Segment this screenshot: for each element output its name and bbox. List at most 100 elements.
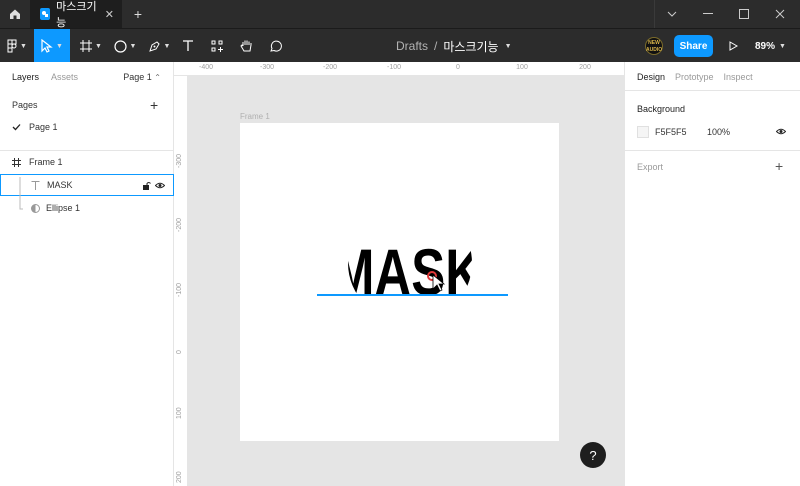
mask-text: MASK [332, 235, 482, 309]
chevron-up-icon: ⌃ [154, 73, 161, 82]
chevron-down-icon[interactable] [654, 0, 690, 28]
file-tab[interactable]: 마스크기능 ✕ [30, 0, 122, 29]
masked-text[interactable]: MASK [240, 123, 559, 441]
main-menu-button[interactable]: ▼ [0, 29, 34, 63]
components-icon [211, 40, 223, 52]
ruler-tick: -100 [386, 64, 402, 71]
play-icon [729, 41, 738, 51]
divider [625, 90, 800, 91]
home-icon [10, 9, 20, 19]
breadcrumb-separator: / [434, 39, 438, 53]
properties-panel: Design Prototype Inspect Background F5F5… [624, 62, 800, 486]
frame-tool[interactable]: ▼ [76, 29, 106, 63]
frame-label[interactable]: Frame 1 [240, 112, 270, 121]
ruler-tick: -200 [176, 217, 183, 232]
pages-heading: Pages [12, 100, 38, 110]
comment-icon [269, 40, 282, 52]
chevron-down-icon: ▼ [56, 42, 63, 50]
layer-label: Frame 1 [29, 157, 63, 167]
close-window-icon[interactable] [762, 0, 798, 28]
tab-prototype[interactable]: Prototype [675, 72, 714, 82]
zoom-menu[interactable]: 89% ▼ [755, 29, 786, 63]
ellipse-icon [113, 39, 127, 53]
layer-label: Ellipse 1 [46, 203, 81, 213]
ruler-tick: -300 [259, 64, 275, 71]
cursor-arrow-icon [41, 39, 53, 53]
background-heading: Background [637, 104, 686, 114]
tab-design[interactable]: Design [637, 72, 665, 82]
present-button[interactable] [725, 38, 741, 54]
move-tool[interactable]: ▼ [34, 29, 70, 63]
figma-app: 마스크기능 ✕ + ▼ ▼ ▼ ▼ ▼ Drafts / 마스크기능 ▼ NEW… [0, 0, 800, 486]
ruler-tick: -200 [322, 64, 338, 71]
chevron-down-icon[interactable]: ▼ [505, 43, 512, 50]
mask-icon [31, 203, 40, 213]
chevron-down-icon: ▼ [163, 42, 171, 50]
ruler-tick: 200 [579, 64, 591, 71]
shape-tool[interactable]: ▼ [110, 29, 140, 63]
tab-inspect[interactable]: Inspect [724, 72, 753, 82]
ruler-tick: 100 [516, 64, 528, 71]
avatar[interactable]: NEW AUDIO [645, 37, 663, 55]
layer-label: MASK [47, 180, 73, 190]
zoom-level: 89% [755, 40, 776, 52]
frame-hash-icon [80, 40, 93, 52]
layer-frame-1[interactable]: Frame 1 [0, 151, 174, 173]
minimize-icon[interactable] [690, 0, 726, 28]
figma-file-icon [40, 8, 51, 20]
layer-ellipse-1[interactable]: Ellipse 1 [0, 197, 174, 219]
frame-1[interactable]: MASK [240, 123, 559, 441]
title-bar: 마스크기능 ✕ + [0, 0, 800, 29]
layer-mask[interactable]: MASK [0, 174, 174, 210]
resources-tool[interactable] [206, 29, 228, 63]
background-opacity[interactable]: 100% [707, 127, 730, 137]
tab-title: 마스크기능 [56, 1, 97, 29]
hand-icon [239, 40, 251, 52]
add-page-button[interactable]: + [150, 97, 158, 113]
tab-layers[interactable]: Layers [12, 72, 39, 82]
background-hex[interactable]: F5F5F5 [655, 127, 687, 137]
eye-icon[interactable] [155, 182, 165, 189]
ruler-tick: -400 [198, 64, 214, 71]
maximize-icon[interactable] [726, 0, 762, 28]
page-item[interactable]: Page 1 [12, 122, 58, 132]
chevron-down-icon: ▼ [129, 42, 137, 50]
chevron-down-icon: ▼ [779, 42, 786, 50]
breadcrumb-drafts[interactable]: Drafts [396, 39, 428, 53]
new-tab-button[interactable]: + [128, 4, 148, 24]
ruler-tick: 200 [176, 471, 183, 483]
help-button[interactable]: ? [580, 442, 606, 468]
right-panel-tabs: Design Prototype Inspect [637, 72, 753, 82]
figma-logo-icon [7, 39, 17, 53]
chevron-down-icon: ▼ [95, 42, 102, 50]
eye-icon[interactable] [776, 128, 786, 135]
text-icon [183, 40, 193, 51]
chevron-down-icon: ▼ [20, 42, 27, 50]
text-icon [31, 180, 40, 190]
tab-assets[interactable]: Assets [51, 72, 78, 82]
ruler-tick: -100 [176, 282, 183, 297]
ruler-tick: 100 [176, 407, 183, 419]
page-selector-label: Page 1 [123, 72, 152, 82]
share-button[interactable]: Share [674, 35, 713, 57]
left-panel-tabs: Layers Assets [12, 72, 78, 82]
ruler-tick: 0 [456, 64, 460, 71]
divider [625, 150, 800, 151]
export-heading: Export [637, 162, 664, 172]
page-item-label: Page 1 [29, 122, 58, 132]
hand-tool[interactable] [235, 29, 257, 63]
canvas[interactable]: -400 -300 -200 -100 0 100 200 -300 -200 … [174, 62, 624, 486]
background-swatch[interactable] [637, 126, 649, 138]
add-export-button[interactable]: + [775, 158, 783, 174]
comment-tool[interactable] [264, 29, 286, 63]
file-name[interactable]: 마스크기능 [443, 38, 498, 55]
page-selector[interactable]: Page 1 ⌃ [123, 72, 161, 82]
toolbar: ▼ ▼ ▼ ▼ ▼ Drafts / 마스크기능 ▼ NEW AUDIO Sha… [0, 28, 800, 63]
lock-icon[interactable] [142, 181, 151, 190]
pen-tool[interactable]: ▼ [144, 29, 174, 63]
home-button[interactable] [0, 0, 30, 28]
layers-panel: Layers Assets Page 1 ⌃ Pages + Page 1 Fr… [0, 62, 174, 486]
close-tab-icon[interactable]: ✕ [105, 8, 114, 21]
text-tool[interactable] [178, 29, 198, 63]
frame-hash-icon [12, 157, 21, 167]
